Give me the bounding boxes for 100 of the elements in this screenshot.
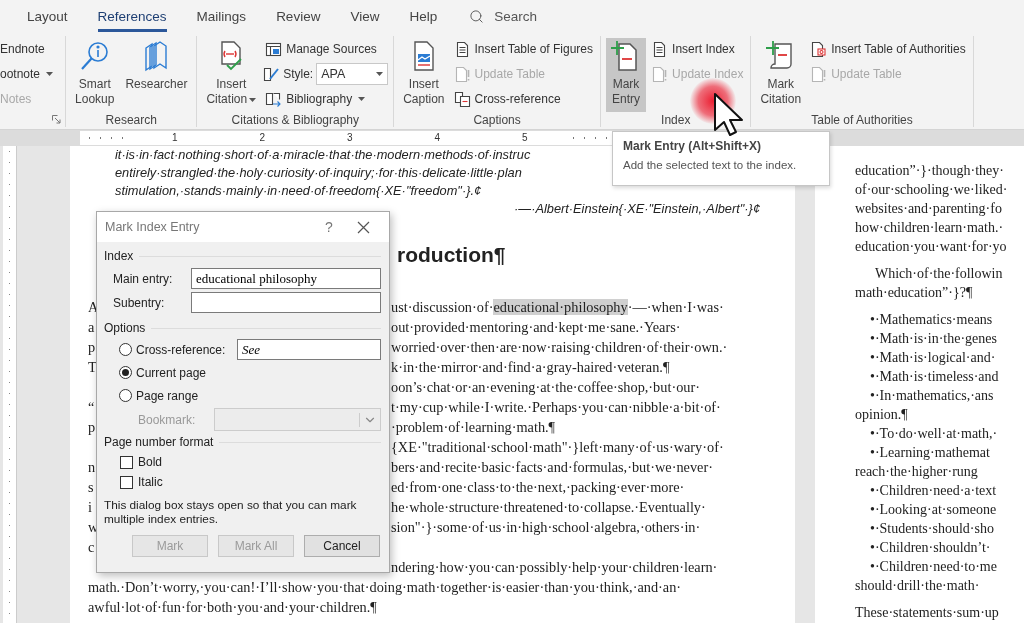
body-text: education”·}·though·they· [855,162,1004,180]
body-text: ust·discussion·of·educational·philosophy·—·when·I·was· [391,298,724,317]
checkbox[interactable] [120,455,133,469]
group-label: Table of Authorities [810,112,914,128]
document-exclamation-icon [453,65,471,83]
documents-icon [453,90,471,108]
radio-option[interactable]: Cross-reference: [119,342,237,357]
body-text: ndering·how·you·can·possibly·help·your·children·learn· [391,558,718,577]
ribbon-button[interactable]: Mark Citation [756,38,806,112]
ribbon-tab[interactable]: Layout [27,0,68,32]
ribbon-tab[interactable]: View [350,0,380,32]
body-text: t·my·cup·while·I·write.·Perhaps·you·can·nibble·a·bit·of· [391,398,721,417]
radio-button[interactable] [119,343,132,356]
body-text: These·statements·sum·up [855,604,999,622]
ribbon-button[interactable]: Researcher [121,38,192,112]
ribbon-button[interactable]: Insert Index [649,38,746,60]
ribbon-button[interactable]: Endnote [0,38,56,60]
radio-button[interactable] [119,389,132,402]
group-label: Research [104,112,158,128]
group-label: Index [660,112,692,128]
group-label: Captions [472,112,522,128]
bullet-item: •·To·do·well·at·math,· [869,425,998,443]
radio-button[interactable] [119,366,132,379]
bullet-item: •·Children·shouldn’t· [869,539,991,557]
body-text: n [88,458,96,477]
body-text: math·education”·}?¶ [855,284,973,302]
checkbox-option[interactable]: Bold [104,452,381,472]
chapter-heading: roduction¶ [397,242,506,268]
magnifier-info-icon [78,40,111,72]
section-heading: Index [104,249,134,263]
group-label: Citations & Bibliography [230,112,360,128]
search-icon [469,8,485,24]
help-button[interactable]: ? [317,219,341,235]
body-text: a [88,318,95,337]
dialog-button[interactable]: Cancel [304,535,380,557]
body-text: s [88,478,94,497]
ribbon-button[interactable]: Bibliography [263,88,389,110]
ribbon-button[interactable]: Insert Table of Authorities [808,38,968,60]
field-label: Bookmark: [138,412,197,427]
body-text: c [88,538,95,557]
body-text: bers·and·recite·basic·facts·and·formulas,·but·we·never· [391,458,713,477]
ribbon-button[interactable]: Insert Table of Figures [451,38,596,60]
radio-option[interactable]: Page range [119,388,237,403]
body-text: ed·from·one·class·to·the·next,·packing·ever·more· [391,478,685,497]
body-text: out·provided·mentoring·and·kept·me·sane.·Years· [391,318,681,337]
field-label: Subentry: [113,295,166,310]
ribbon-tab[interactable]: Review [276,0,321,32]
body-text: worried·over·then·are·now·raising·children·of·their·own.· [391,338,728,357]
checkbox-option[interactable]: Italic [104,472,381,492]
style-dropdown[interactable]: APA [316,63,389,85]
body-text: oon’s·chat·or·an·evening·at·the·coffee·shop,·but·our· [391,378,700,397]
search-field[interactable]: Search [469,0,537,32]
section-heading: Options [104,321,146,335]
bullet-item: •·Students·should·sho [869,520,994,538]
quote-line: it·is·in·fact·nothing·short·of·a·miracle·that·the·modern·methods·of·instruc [115,146,531,164]
document-exclamation-icon [651,65,669,83]
book-arrow-icon [265,90,283,108]
body-text: math.·Don’t·worry,·you·can!·I’ll·show·you·that·doing·math·together·is·easier·than·you·think,·and·an· [88,578,682,597]
ribbon-button[interactable]: Insert Citation [202,38,261,112]
dialog-title: Mark Index Entry [105,220,201,234]
section-heading: Page number format [104,435,214,449]
tooltip-description: Add the selected text to the index. [623,159,798,171]
ribbon-button[interactable]: Manage Sources [263,38,389,60]
quote-line: stimulation,·stands·mainly·in·need·of·freedom{·XE·"freedom"·}.¢ [115,182,482,200]
field-label: Main entry: [113,271,174,286]
bullet-item: •·Learning·mathemat [869,444,990,462]
body-text: he·whole·structure·threatened·to·collapse.·Eventually· [391,498,706,517]
body-text: p [88,338,96,357]
body-text: {XE·"traditional·school·math"·}left·many·of·us·wary·of· [391,438,724,457]
subentry-field[interactable] [191,292,381,313]
ribbon-button[interactable]: ootnote [0,63,56,85]
dialog-launcher-icon[interactable] [52,115,62,124]
bullet-item: •·Children·need·a·text [869,482,997,500]
body-text: awful·lot·of·fun·for·both·you·and·your·children.¶ [88,598,377,617]
ribbon-button[interactable]: Insert Caption [399,38,449,112]
bullet-item: •·In·mathematics,·ans [869,387,994,405]
body-text: opinion.¶ [855,406,908,424]
book-brush-icon [263,65,281,83]
ribbon-button[interactable]: Smart Lookup [71,38,119,112]
body-text: websites·and·parenting·fo [855,200,1002,218]
body-text: k·in·the·mirror·and·find·a·gray-haired·veteran.¶ [391,358,670,377]
body-text: how·children·learn·math.· [855,219,1004,237]
bullet-item: •·Math·is·timeless·and [869,368,999,386]
main-entry-field[interactable]: educational philosophy [191,268,381,289]
ribbon-button[interactable]: Mark Entry [606,38,647,112]
body-text: “ [88,398,95,417]
quote-attribution: ·—·Albert·Einstein{·XE·"Einstein,·Albert"·}¢ [513,200,760,217]
ribbon-tab[interactable]: Help [409,0,438,32]
ribbon-button[interactable]: Cross-reference [451,88,596,110]
dialog-note: This dialog box stays open so that you can mark multiple index entries. [104,499,358,526]
caret-icon [376,72,384,76]
checkbox[interactable] [120,475,133,489]
document-exclamation-icon [810,65,828,83]
body-text: of·our·schooling·we·liked· [855,181,1008,199]
close-icon [356,220,370,234]
body-text: p [88,418,96,437]
style-label: Style: [283,67,314,81]
ribbon-tab[interactable]: Mailings [196,0,247,32]
cross-reference-field[interactable]: See [237,339,381,360]
radio-option[interactable]: Current page [119,365,237,380]
